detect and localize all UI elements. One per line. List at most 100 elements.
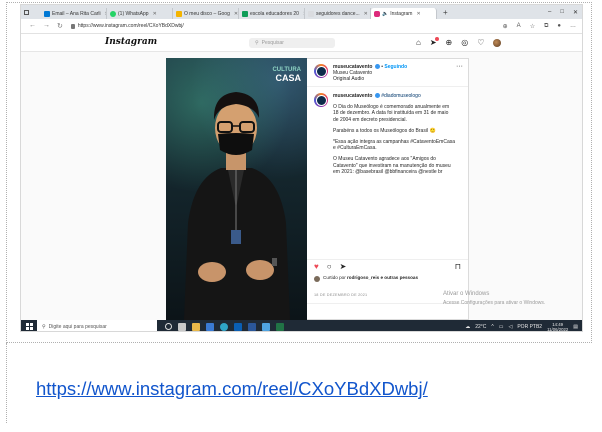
- close-tab-icon[interactable]: ✕: [416, 11, 420, 17]
- liker-username[interactable]: rodrigoso_reis: [347, 275, 379, 280]
- refresh-icon[interactable]: ↻: [57, 22, 63, 30]
- reel-video[interactable]: CULTURA CASA: [166, 58, 307, 320]
- zoom-icon[interactable]: ⊕: [503, 23, 508, 30]
- post-caption: museucatavento #diadomuseologo O Dia do …: [307, 87, 468, 180]
- forward-icon[interactable]: →: [43, 22, 50, 30]
- profile-icon[interactable]: ●: [557, 23, 561, 30]
- close-tab-icon[interactable]: ✕: [153, 11, 157, 17]
- start-button[interactable]: [21, 320, 37, 331]
- liker-avatar: [314, 276, 320, 282]
- more-options-icon[interactable]: ···: [456, 63, 463, 70]
- excel-icon[interactable]: [276, 322, 284, 331]
- system-tray: ☁ 22°C ^ ▭ ◁ POR PTB2 14:49 11/06/2022 ▤: [465, 322, 582, 332]
- following-button[interactable]: Seguindo: [384, 64, 407, 70]
- activity-icon[interactable]: ♡: [477, 38, 484, 47]
- story-avatar[interactable]: [314, 64, 328, 78]
- photos-icon[interactable]: [262, 322, 270, 331]
- window-controls: – □ ✕: [548, 9, 582, 16]
- browser-tab[interactable]: seguidores dance... ✕: [305, 8, 371, 19]
- file-explorer-icon[interactable]: [192, 322, 200, 331]
- verified-badge-icon: [374, 64, 380, 70]
- reel-view: CULTURA CASA museucatavento • Seguindo M…: [21, 52, 582, 320]
- search-input[interactable]: ⚲ Pesquisar: [249, 38, 335, 48]
- save-icon[interactable]: ⊓: [455, 262, 461, 271]
- back-icon[interactable]: ←: [29, 22, 36, 30]
- new-post-icon[interactable]: ⊕: [446, 38, 453, 47]
- audio-icon: 🔈: [382, 10, 389, 17]
- browser-tab-active[interactable]: 🔈 Instagram ✕: [371, 8, 437, 19]
- page-icon: [308, 10, 314, 17]
- favorite-icon[interactable]: ☆: [530, 23, 535, 30]
- weather-icon[interactable]: ☁: [465, 324, 470, 330]
- home-icon[interactable]: ⌂: [416, 38, 421, 47]
- caption-hashtag[interactable]: #diadomuseologo: [381, 93, 420, 99]
- google-drive-icon: [176, 10, 182, 17]
- caption-avatar[interactable]: [314, 93, 328, 107]
- taskbar-clock[interactable]: 14:49 11/06/2022: [547, 322, 568, 332]
- network-icon[interactable]: ▭: [499, 324, 504, 330]
- store-icon[interactable]: [206, 322, 214, 331]
- like-icon[interactable]: ♥: [314, 262, 319, 271]
- taskbar-apps: [157, 322, 284, 331]
- volume-icon[interactable]: ◁: [508, 324, 512, 330]
- document-page: Email – Ana Rita Carli ✕ (1) WhatsApp ✕ …: [0, 0, 602, 432]
- post-audio[interactable]: Original Audio: [333, 76, 451, 82]
- margin-guide: [6, 343, 7, 423]
- taskbar-search-input[interactable]: ⚲ Digite aqui para pesquisar: [37, 320, 157, 331]
- task-view-icon[interactable]: [178, 322, 186, 331]
- post-author-info: museucatavento • Seguindo Museu Catavent…: [333, 64, 451, 82]
- comment-icon[interactable]: ○: [327, 262, 332, 271]
- browser-toolbar: ⊕ A ☆ ⧉ ● …: [503, 23, 582, 30]
- verified-badge-icon: [374, 93, 380, 99]
- post-actions: ♥ ○ ➤ ⊓: [307, 259, 468, 273]
- browser-tab[interactable]: (1) WhatsApp ✕: [107, 8, 173, 19]
- caption-username[interactable]: museucatavento: [333, 93, 372, 99]
- likes-others[interactable]: e outras pessoas: [380, 275, 418, 280]
- url-text: https://www.instagram.com/reel/CXoYBdXDw…: [77, 23, 184, 29]
- direct-icon[interactable]: ➤: [430, 37, 439, 47]
- close-tab-icon[interactable]: ✕: [234, 11, 238, 17]
- browser-tab-bar: Email – Ana Rita Carli ✕ (1) WhatsApp ✕ …: [21, 5, 582, 19]
- browser-tab[interactable]: Email – Ana Rita Carli ✕: [41, 8, 107, 19]
- mail-icon[interactable]: [234, 322, 242, 331]
- language-indicator[interactable]: POR PTB2: [517, 324, 542, 330]
- profile-avatar[interactable]: [493, 38, 502, 47]
- post-date: 18 DE DEZEMBRO DE 2021: [314, 293, 368, 297]
- explore-icon[interactable]: ◎: [461, 38, 468, 47]
- post-header: museucatavento • Seguindo Museu Catavent…: [307, 59, 468, 87]
- post-panel: museucatavento • Seguindo Museu Catavent…: [307, 58, 469, 320]
- share-icon[interactable]: ➤: [340, 262, 347, 271]
- read-aloud-icon[interactable]: A: [517, 23, 521, 30]
- browser-tab[interactable]: O meu disco – Goog ✕: [173, 8, 239, 19]
- tray-chevron-icon[interactable]: ^: [491, 324, 493, 330]
- browser-screenshot: Email – Ana Rita Carli ✕ (1) WhatsApp ✕ …: [20, 4, 583, 332]
- windows-taskbar: ⚲ Digite aqui para pesquisar ☁ 22°C ^ ▭ …: [21, 320, 582, 332]
- address-bar-row: ← → ↻ https://www.instagram.com/reel/CXo…: [21, 19, 582, 34]
- window-system-menu[interactable]: [21, 5, 41, 19]
- windows-activation-watermark: Ativar o Windows Acesse Configurações pa…: [443, 291, 546, 306]
- collections-icon[interactable]: ⧉: [544, 23, 548, 30]
- word-icon[interactable]: [248, 322, 256, 331]
- url-field[interactable]: https://www.instagram.com/reel/CXoYBdXDw…: [70, 21, 431, 31]
- sheets-icon: [242, 10, 248, 17]
- caption-text: museucatavento #diadomuseologo O Dia do …: [333, 93, 455, 180]
- browser-tab[interactable]: escola educadores 20 ✕: [239, 8, 305, 19]
- notifications-icon[interactable]: ▤: [573, 324, 578, 330]
- instagram-logo[interactable]: Instagram: [105, 37, 157, 47]
- search-icon: ⚲: [42, 323, 46, 330]
- caption-paragraph: *Essa ação integra as campanhas #Cataven…: [333, 139, 456, 152]
- new-tab-button[interactable]: +: [437, 8, 454, 17]
- maximize-button[interactable]: □: [560, 9, 564, 16]
- windows-logo-icon: [25, 323, 33, 330]
- more-icon[interactable]: …: [570, 23, 576, 30]
- instagram-icon: [374, 10, 380, 17]
- close-tab-icon[interactable]: ✕: [364, 11, 368, 17]
- temperature[interactable]: 22°C: [475, 324, 486, 330]
- cortana-icon[interactable]: [165, 323, 172, 330]
- lock-icon: [70, 23, 75, 29]
- reel-link[interactable]: https://www.instagram.com/reel/CXoYBdXDw…: [36, 378, 428, 400]
- caption-paragraph: O Museu Catavento agradece aos "Amigos d…: [333, 156, 451, 175]
- edge-icon[interactable]: [220, 322, 228, 331]
- minimize-button[interactable]: –: [548, 9, 551, 16]
- close-window-button[interactable]: ✕: [573, 9, 578, 16]
